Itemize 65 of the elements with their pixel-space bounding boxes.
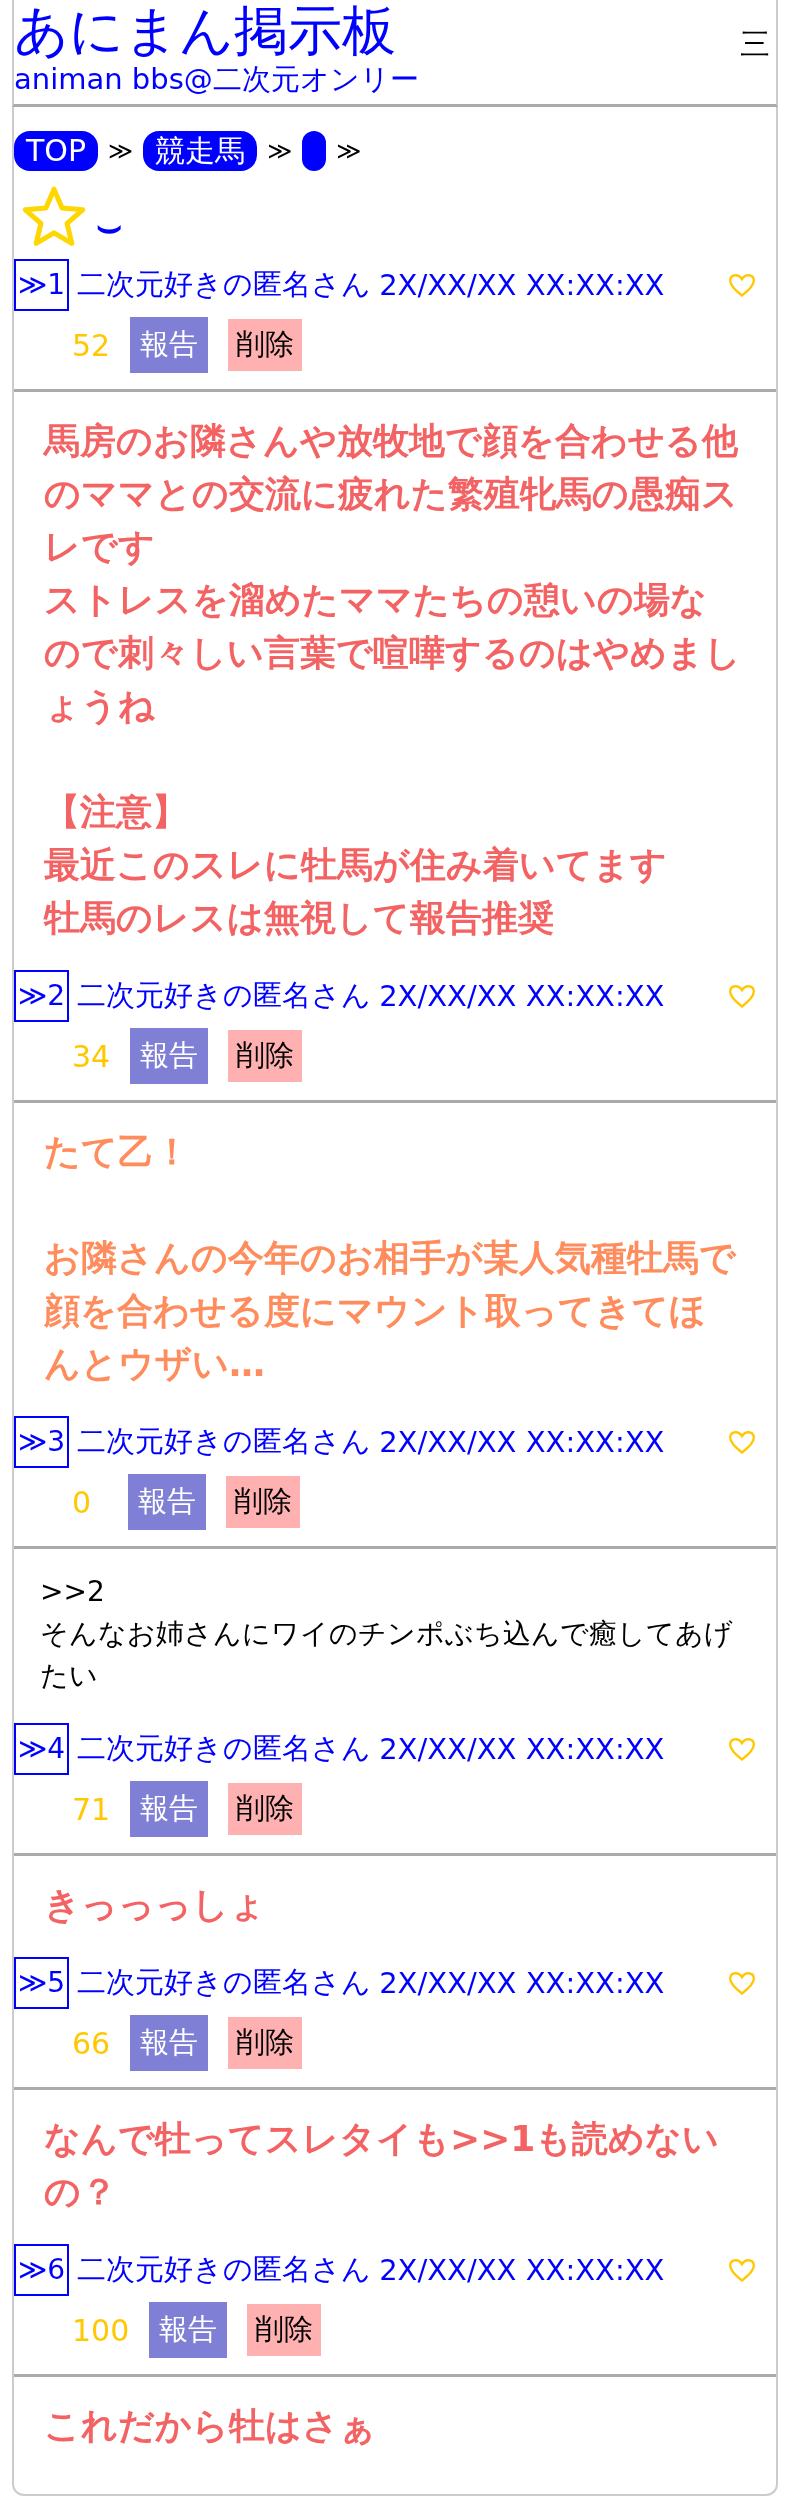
breadcrumb-link[interactable]: TOP	[14, 131, 99, 171]
heart-icon[interactable]	[728, 2257, 756, 2283]
report-button[interactable]: 報告	[128, 1474, 206, 1530]
post-number-link[interactable]: ≫5	[14, 1957, 70, 2009]
post-number-link[interactable]: ≫1	[14, 259, 70, 311]
post-date: 2X/XX/XX XX:XX:XX	[379, 1732, 666, 1766]
post-text: 最近このスレに牡馬が住み着いてます	[44, 843, 668, 887]
delete-button[interactable]: 削除	[228, 2017, 303, 2069]
poster-name: 二次元好きの匿名さん	[77, 1964, 372, 2001]
post-text: きっっっしょ	[44, 1883, 267, 1927]
heart-icon[interactable]	[728, 272, 756, 298]
post-text: 牡馬のレスは無視して報告推奨	[44, 896, 555, 940]
delete-button[interactable]: 削除	[228, 1783, 303, 1835]
menu-button[interactable]: 三	[740, 24, 770, 65]
post-number-link[interactable]: ≫4	[14, 1723, 70, 1775]
post-text: 【注意】	[44, 790, 189, 834]
poster-name: 二次元好きの匿名さん	[77, 266, 372, 303]
post-text: >>2	[40, 1574, 106, 1610]
poster-name: 二次元好きの匿名さん	[77, 1730, 372, 1767]
heart-icon[interactable]	[728, 983, 756, 1009]
like-count: 100	[72, 2312, 130, 2348]
like-count: 66	[72, 2025, 111, 2061]
post-text: これだから牡はさぁ	[44, 2404, 377, 2448]
heart-icon[interactable]	[728, 1970, 756, 1996]
breadcrumb-separator: ≫	[336, 137, 362, 165]
report-button[interactable]: 報告	[130, 1028, 209, 1084]
poster-name: 二次元好きの匿名さん	[77, 1423, 372, 1460]
site-title[interactable]: あにまん掲示板	[14, 0, 419, 62]
heart-icon[interactable]	[728, 1429, 756, 1455]
post-text: 馬房のお隣さんや放牧地で顔を合わせる他のママとの交流に疲れた繁殖牝馬の愚痴スレです	[44, 419, 739, 569]
post-number-link[interactable]: ≫6	[14, 2244, 70, 2296]
post-text: たて乙！	[44, 1130, 191, 1174]
post-text: なんで牡ってスレタイも>>1も読めないの？	[44, 2117, 721, 2214]
breadcrumb-separator: ≫	[267, 137, 293, 165]
delete-button[interactable]: 削除	[247, 2304, 322, 2356]
post-text: そんなお姉さんにワイのチンポぶち込んで癒してあげたい	[40, 1616, 734, 1694]
post-number-link[interactable]: ≫2	[14, 970, 70, 1022]
delete-button[interactable]: 削除	[228, 319, 303, 371]
breadcrumb-separator: ≫	[108, 137, 134, 165]
post-date: 2X/XX/XX XX:XX:XX	[379, 2253, 666, 2287]
thread-title: ⌣	[96, 201, 122, 249]
post-date: 2X/XX/XX XX:XX:XX	[379, 979, 666, 1013]
report-button[interactable]: 報告	[130, 317, 209, 373]
poster-name: 二次元好きの匿名さん	[77, 977, 372, 1014]
report-button[interactable]: 報告	[149, 2302, 228, 2358]
star-icon	[20, 185, 88, 249]
site-subtitle: animan bbs@二次元オンリー	[14, 62, 419, 96]
like-count: 71	[72, 1791, 111, 1827]
post-date: 2X/XX/XX XX:XX:XX	[379, 1425, 666, 1459]
post-date: 2X/XX/XX XX:XX:XX	[379, 1966, 666, 2000]
like-count: 34	[72, 1038, 111, 1074]
post-text: お隣さんの今年のお相手が某人気種牡馬で顔を合わせる度にマウント取ってきてほんとウザい…	[44, 1236, 737, 1386]
post-date: 2X/XX/XX XX:XX:XX	[379, 268, 666, 302]
breadcrumb-link[interactable]	[302, 131, 327, 171]
like-count: 52	[72, 327, 111, 363]
post-number-link[interactable]: ≫3	[14, 1416, 70, 1468]
heart-icon[interactable]	[728, 1736, 756, 1762]
poster-name: 二次元好きの匿名さん	[77, 2251, 372, 2288]
report-button[interactable]: 報告	[130, 2015, 209, 2071]
report-button[interactable]: 報告	[130, 1781, 209, 1837]
post-text: ストレスを溜めたママたちの憩いの場なので刺々しい言葉で喧嘩するのはやめましょうね	[44, 578, 742, 728]
delete-button[interactable]: 削除	[226, 1476, 300, 1528]
breadcrumb-link[interactable]: 競走馬	[143, 131, 258, 171]
delete-button[interactable]: 削除	[228, 1030, 303, 1082]
like-count: 0	[72, 1484, 93, 1520]
